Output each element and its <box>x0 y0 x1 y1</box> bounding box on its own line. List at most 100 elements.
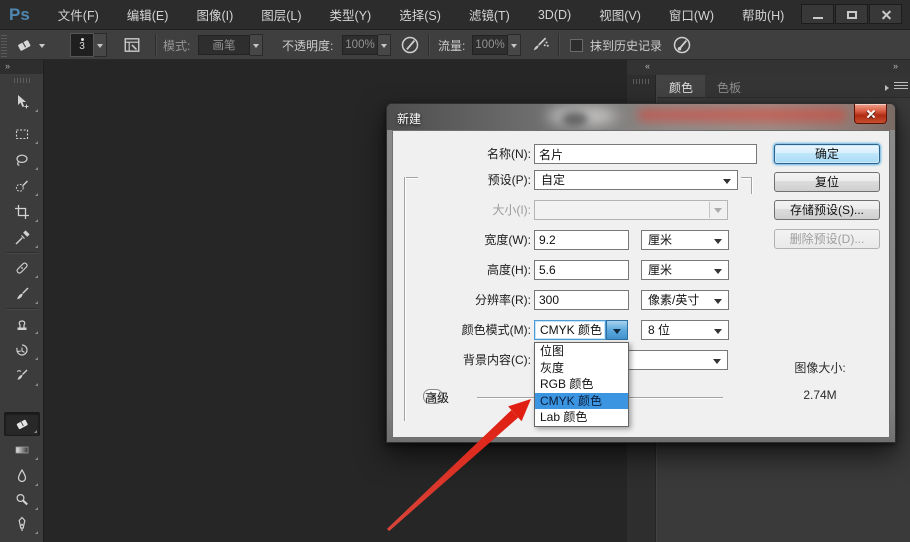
tool-history-brush-2[interactable] <box>4 364 40 388</box>
tool-spot-healing-brush[interactable] <box>4 256 40 280</box>
preset-select[interactable]: 自定 <box>534 170 738 190</box>
pressure-opacity-button[interactable] <box>400 34 420 56</box>
collapse-panels-icon[interactable]: « <box>645 61 650 71</box>
tool-move[interactable] <box>4 90 40 114</box>
separator <box>428 34 429 56</box>
tool-history-brush[interactable] <box>4 338 40 362</box>
color-mode-select[interactable]: CMYK 颜色 <box>534 320 628 340</box>
airbrush-button[interactable] <box>530 34 550 56</box>
tool-gradient[interactable] <box>4 438 40 462</box>
maximize-icon <box>847 11 857 19</box>
dialog-body: 名称(N): 确定 预设(P): 自定 复位 大小(I): 存储预设(S)...… <box>392 130 890 438</box>
maximize-button[interactable] <box>835 4 868 24</box>
erase-to-history-control[interactable]: 抹到历史记录 <box>570 34 662 56</box>
bit-depth-select[interactable]: 8 位 <box>641 320 729 340</box>
eyedropper-tool-icon <box>15 230 30 245</box>
toggle-brush-panel-button[interactable] <box>122 34 142 56</box>
options-grip[interactable] <box>1 33 7 57</box>
separator <box>6 308 38 309</box>
strip-grip[interactable] <box>633 79 650 84</box>
dialog-titlebar[interactable]: 新建 <box>387 104 895 130</box>
tab-color[interactable]: 颜色 <box>657 75 706 97</box>
eraser-preset-button[interactable] <box>14 34 45 56</box>
tablet-pressure-icon <box>401 36 419 54</box>
toolbar-collapse-button[interactable]: » <box>0 60 43 74</box>
dodge-tool-icon <box>16 493 28 506</box>
tool-crop[interactable] <box>4 200 40 224</box>
dialog-close-button[interactable] <box>854 104 887 124</box>
tool-lasso[interactable] <box>4 148 40 172</box>
height-unit-select[interactable]: 厘米 <box>641 260 729 280</box>
pressure-size-button[interactable] <box>672 34 692 56</box>
menu-layer[interactable]: 图层(L) <box>247 0 315 31</box>
tool-clone-stamp[interactable] <box>4 312 40 336</box>
tab-swatches[interactable]: 色板 <box>705 75 753 97</box>
flow-select[interactable]: 100% <box>472 34 521 56</box>
tool-pen[interactable] <box>4 512 40 536</box>
list-item-grayscale[interactable]: 灰度 <box>535 360 628 377</box>
dialog-title: 新建 <box>397 112 422 126</box>
image-size-label: 图像大小: <box>794 361 846 375</box>
chevron-down-icon <box>714 269 722 278</box>
menu-window[interactable]: 窗口(W) <box>655 0 728 31</box>
list-item-lab[interactable]: Lab 颜色 <box>535 409 628 426</box>
bit-depth-value: 8 位 <box>648 323 671 337</box>
tool-eyedropper[interactable] <box>4 226 40 250</box>
width-unit-select[interactable]: 厘米 <box>641 230 729 250</box>
menu-image[interactable]: 图像(I) <box>182 0 247 31</box>
menu-file[interactable]: 文件(F) <box>44 0 113 31</box>
list-item-bitmap[interactable]: 位图 <box>535 343 628 360</box>
panel-menu-icon[interactable] <box>885 82 908 91</box>
expand-panels-icon[interactable]: » <box>893 61 898 71</box>
size-select <box>534 200 728 220</box>
color-mode-dropdown-list: 位图 灰度 RGB 颜色 CMYK 颜色 Lab 颜色 <box>534 342 629 427</box>
list-item-cmyk[interactable]: CMYK 颜色 <box>535 392 628 410</box>
name-input[interactable] <box>534 144 757 164</box>
separator <box>558 34 559 56</box>
menu-3d[interactable]: 3D(D) <box>524 1 585 29</box>
tool-quick-selection[interactable] <box>4 174 40 198</box>
color-mode-dropdown-button[interactable] <box>606 320 628 340</box>
list-item-rgb[interactable]: RGB 颜色 <box>535 376 628 393</box>
tool-type[interactable] <box>4 538 40 542</box>
menu-select[interactable]: 选择(S) <box>385 0 455 31</box>
flow-dropdown-button[interactable] <box>508 34 521 56</box>
opacity-select[interactable]: 100% <box>342 34 391 56</box>
move-tool-icon <box>18 95 29 109</box>
mode-select[interactable]: 画笔 <box>198 34 263 56</box>
save-preset-button[interactable]: 存储预设(S)... <box>774 200 880 220</box>
brush-size-dropdown-button[interactable] <box>94 33 107 57</box>
reset-button[interactable]: 复位 <box>774 172 880 192</box>
menu-filter[interactable]: 滤镜(T) <box>455 0 524 31</box>
mode-dropdown-button[interactable] <box>250 34 263 56</box>
menu-type[interactable]: 类型(Y) <box>316 0 386 31</box>
chevron-down-icon <box>253 43 259 51</box>
close-window-button[interactable] <box>869 4 902 24</box>
tool-blur[interactable] <box>4 464 40 488</box>
resolution-unit-select[interactable]: 像素/英寸 <box>641 290 729 310</box>
resolution-input[interactable] <box>534 290 629 310</box>
tool-rectangular-marquee[interactable] <box>4 122 40 146</box>
tool-brush[interactable] <box>4 282 40 306</box>
menu-help[interactable]: 帮助(H) <box>728 0 798 31</box>
width-input[interactable] <box>534 230 629 250</box>
chevron-down-icon <box>511 43 517 51</box>
erase-to-history-checkbox[interactable] <box>570 38 583 52</box>
art-history-brush-icon <box>16 369 28 380</box>
menu-view[interactable]: 视图(V) <box>585 0 655 31</box>
dock-header: « » <box>627 60 910 75</box>
erase-to-history-label: 抹到历史记录 <box>590 38 663 53</box>
ok-button[interactable]: 确定 <box>774 144 880 164</box>
menu-edit[interactable]: 编辑(E) <box>113 0 183 31</box>
brush-size-picker[interactable]: 3 <box>70 33 107 57</box>
width-label: 宽度(W): <box>484 233 531 247</box>
brush-panel-icon <box>124 38 140 52</box>
tool-eraser[interactable] <box>4 412 40 436</box>
opacity-dropdown-button[interactable] <box>378 34 391 56</box>
minimize-button[interactable] <box>801 4 834 24</box>
height-input[interactable] <box>534 260 629 280</box>
tool-dodge[interactable] <box>4 488 40 512</box>
lasso-tool-icon <box>16 154 28 166</box>
toolbar-grip[interactable] <box>14 78 30 83</box>
dropdown-arrow-button <box>709 202 726 218</box>
